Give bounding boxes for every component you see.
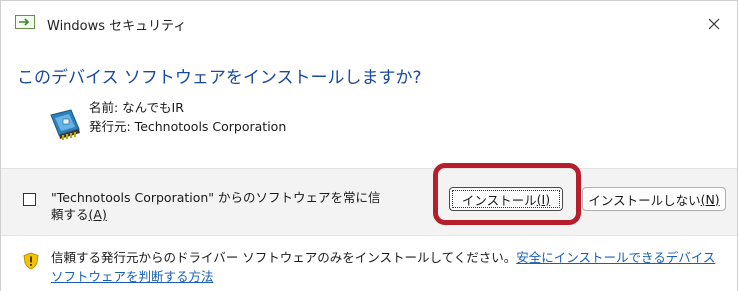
dont-install-label: インストールしない: [588, 192, 701, 208]
window-title: Windows セキュリティ: [47, 19, 187, 34]
device-publisher: 発行元: Technotools Corporation: [89, 119, 287, 134]
install-accel: (I): [536, 191, 551, 207]
device-name: 名前: なんでもIR: [89, 100, 184, 115]
device-card-icon: [49, 107, 83, 143]
footer-notice-text: 信頼する発行元からのドライバー ソフトウェアのみをインストールしてください。: [51, 250, 517, 265]
always-trust-accel: (A): [88, 207, 107, 222]
title-bar: Windows セキュリティ: [1, 1, 737, 47]
security-dialog: Windows セキュリティ このデバイス ソフトウェアをインストールしますか?…: [0, 0, 738, 291]
footer-notice: 信頼する発行元からのドライバー ソフトウェアのみをインストールしてください。安全…: [1, 235, 737, 291]
device-info: 名前: なんでもIR 発行元: Technotools Corporation: [89, 98, 286, 136]
install-button[interactable]: インストール (I): [449, 187, 563, 211]
close-button[interactable]: [691, 1, 737, 47]
security-app-icon: [15, 15, 35, 29]
dont-install-accel: (N): [700, 191, 720, 207]
close-icon: [708, 18, 720, 30]
always-trust-label[interactable]: "Technotools Corporation" からのソフトウェアを常に信頼…: [51, 189, 381, 223]
dialog-heading: このデバイス ソフトウェアをインストールしますか?: [17, 68, 422, 88]
footer-text: 信頼する発行元からのドライバー ソフトウェアのみをインストールしてください。安全…: [51, 248, 721, 286]
warning-shield-icon: [23, 252, 39, 270]
dont-install-button[interactable]: インストールしない (N): [582, 187, 726, 211]
always-trust-checkbox[interactable]: [23, 193, 36, 206]
install-label: インストール: [461, 192, 537, 208]
